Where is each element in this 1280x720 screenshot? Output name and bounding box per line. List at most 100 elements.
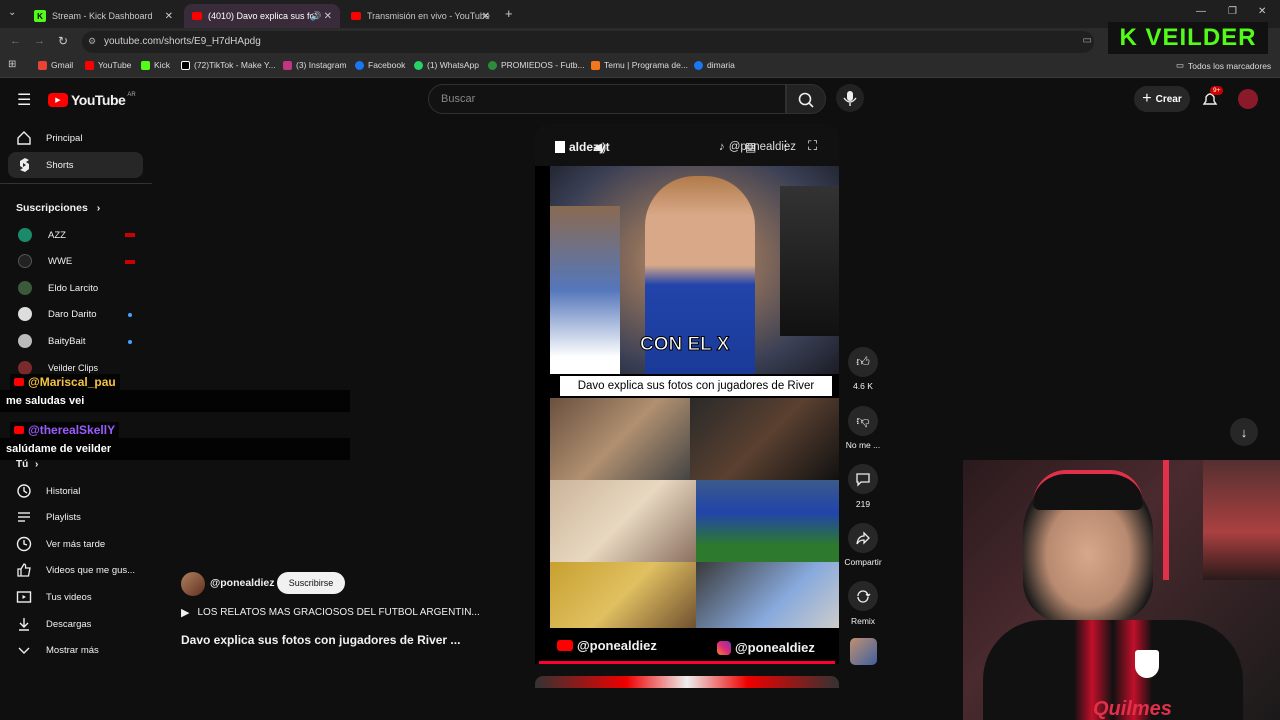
new-tab-icon[interactable]: +: [505, 6, 513, 21]
youtube-icon: [557, 640, 573, 651]
sidebar-item-label: Videos que me gus...: [46, 564, 136, 576]
sidebar-sub-azz[interactable]: AZZ: [8, 222, 143, 248]
next-short-button[interactable]: ↓: [1230, 418, 1258, 446]
sidebar-item-downloads[interactable]: Descargas: [8, 611, 143, 637]
voice-search-button[interactable]: [836, 84, 864, 112]
bookmark-whatsapp[interactable]: (1) WhatsApp: [414, 60, 479, 70]
chat-message: me saludas vei: [0, 390, 350, 412]
next-short-preview[interactable]: [535, 676, 839, 688]
reload-icon[interactable]: ↻: [58, 34, 68, 48]
you-title: Tú: [16, 459, 29, 470]
bookmark-instagram[interactable]: (3) Instagram: [283, 60, 347, 70]
bookmark-dimaria[interactable]: dimaria: [694, 60, 735, 70]
youtube-favicon-icon: [351, 12, 361, 20]
close-icon[interactable]: ✕: [324, 11, 332, 22]
photo-thumbnail: [696, 480, 839, 562]
pause-icon[interactable]: [555, 141, 565, 153]
close-icon[interactable]: ✕: [482, 11, 490, 22]
sidebar-item-principal[interactable]: Principal: [8, 125, 143, 151]
thumbs-down-icon: 👎︎: [856, 413, 870, 428]
led-light: [1163, 460, 1169, 580]
sidebar-sub-daro[interactable]: Daro Darito: [8, 301, 143, 327]
instagram-handle: @ponealdiez: [717, 640, 815, 655]
sidebar-item-watch-later[interactable]: Ver más tarde: [8, 531, 143, 557]
minimize-icon[interactable]: —: [1196, 6, 1206, 17]
cast-icon[interactable]: ▭: [1083, 35, 1092, 46]
sidebar-item-label: Eldo Larcito: [48, 282, 99, 294]
dislike-button[interactable]: 👎︎: [848, 406, 878, 436]
site-info-icon[interactable]: ⚙: [88, 36, 96, 47]
sidebar-item-playlists[interactable]: Playlists: [8, 504, 143, 530]
channel-avatar: [18, 307, 32, 321]
back-icon[interactable]: ←: [10, 35, 21, 47]
bookmark-youtube[interactable]: YouTube: [85, 60, 131, 70]
subscriptions-heading[interactable]: Suscripciones ›: [16, 202, 100, 214]
bookmark-gmail[interactable]: Gmail: [38, 60, 73, 70]
tab-youtube-short[interactable]: (4010) Davo explica sus fot 🔊 ✕: [184, 4, 340, 28]
progress-bar[interactable]: [539, 661, 835, 664]
url-field[interactable]: ⚙ youtube.com/shorts/E9_H7dHApdg ▭: [82, 31, 1094, 53]
youtube-favicon-icon: [192, 12, 202, 20]
sidebar-item-shorts[interactable]: Shorts: [8, 152, 143, 178]
apps-grid-icon[interactable]: ⊞: [8, 59, 16, 70]
share-button[interactable]: [848, 523, 878, 553]
bookmark-tiktok[interactable]: (72)TikTok - Make Y...: [181, 60, 276, 70]
close-icon[interactable]: ✕: [165, 11, 173, 22]
all-bookmarks-folder[interactable]: ▭ Todos los marcadores: [1176, 60, 1271, 71]
captions-icon[interactable]: ▤: [745, 140, 756, 154]
bookmark-label: Facebook: [368, 60, 406, 70]
video-frame: CON EL X: [550, 166, 839, 374]
short-title[interactable]: Davo explica sus fotos con jugadores de …: [181, 633, 460, 647]
channel-avatar[interactable]: [181, 572, 205, 596]
youtube-logo[interactable]: ▶ YouTube AR: [48, 92, 136, 108]
bookmark-temu[interactable]: Temu | Programa de...: [591, 60, 688, 70]
handle-text: @ponealdiez: [735, 640, 815, 655]
tab-search-icon[interactable]: ⌄: [8, 7, 16, 18]
subscribe-button[interactable]: Suscribirse: [277, 572, 345, 594]
download-icon: [16, 616, 32, 632]
like-icon: [16, 562, 32, 578]
bookmark-kick[interactable]: Kick: [141, 60, 170, 70]
sidebar-item-historial[interactable]: Historial: [8, 478, 143, 504]
volume-icon[interactable]: ◀): [593, 140, 606, 154]
window-close-icon[interactable]: ✕: [1258, 6, 1266, 17]
restore-icon[interactable]: ❐: [1228, 6, 1237, 17]
sidebar-sub-baity[interactable]: BaityBait: [8, 328, 143, 354]
fullscreen-icon[interactable]: ⛶: [808, 138, 817, 154]
speaker-icon[interactable]: 🔊: [310, 11, 321, 22]
sidebar-item-liked[interactable]: Videos que me gus...: [8, 557, 143, 583]
notifications-button[interactable]: 9+: [1200, 86, 1224, 109]
create-button[interactable]: + Crear: [1134, 86, 1190, 112]
thumbs-up-icon: 👍︎: [856, 354, 870, 369]
avatar[interactable]: [1238, 89, 1258, 109]
search-button[interactable]: [786, 84, 826, 114]
comments-button[interactable]: [848, 464, 878, 494]
tiktok-icon: [181, 60, 190, 70]
sidebar-item-show-more[interactable]: Mostrar más: [8, 637, 143, 663]
sidebar-sub-wwe[interactable]: WWE: [8, 248, 143, 274]
more-options-icon[interactable]: ⋮: [779, 138, 792, 154]
search-input[interactable]: Buscar: [428, 84, 786, 114]
promiedos-icon: [488, 60, 497, 70]
bookmark-promiedos[interactable]: PROMIEDOS - Futb...: [488, 60, 585, 70]
shorts-player[interactable]: aldezyt ◀) ♪ @ponealdiez ▤ ⋮ ⛶ CON EL X D…: [535, 124, 839, 664]
tab-youtube-live[interactable]: Transmisión en vivo - YouTube ✕: [343, 4, 498, 28]
dislike-label: No me ...: [845, 440, 881, 450]
chat-user-text: @Mariscal_pau: [28, 375, 116, 389]
remix-button[interactable]: [848, 581, 878, 611]
you-heading[interactable]: Tú ›: [16, 459, 38, 470]
like-button[interactable]: 👍︎: [848, 347, 878, 377]
tab-kick-dashboard[interactable]: K Stream - Kick Dashboard ✕: [26, 4, 181, 28]
video-caption: Davo explica sus fotos con jugadores de …: [560, 376, 832, 396]
menu-icon[interactable]: ☰: [17, 90, 31, 110]
bookmark-facebook[interactable]: Facebook: [355, 60, 405, 70]
sidebar-item-label: Tus videos: [46, 591, 92, 603]
channel-name[interactable]: @ponealdiez: [210, 577, 275, 589]
playlist-link[interactable]: ▶ LOS RELATOS MAS GRACIOSOS DEL FUTBOL AR…: [181, 606, 480, 619]
folder-icon: ▭: [1176, 60, 1185, 70]
plus-icon: +: [1142, 90, 1152, 107]
sidebar-item-your-videos[interactable]: Tus videos: [8, 584, 143, 610]
audio-thumbnail[interactable]: [850, 638, 877, 665]
forward-icon[interactable]: →: [34, 35, 45, 47]
sidebar-sub-eldo[interactable]: Eldo Larcito: [8, 275, 143, 301]
